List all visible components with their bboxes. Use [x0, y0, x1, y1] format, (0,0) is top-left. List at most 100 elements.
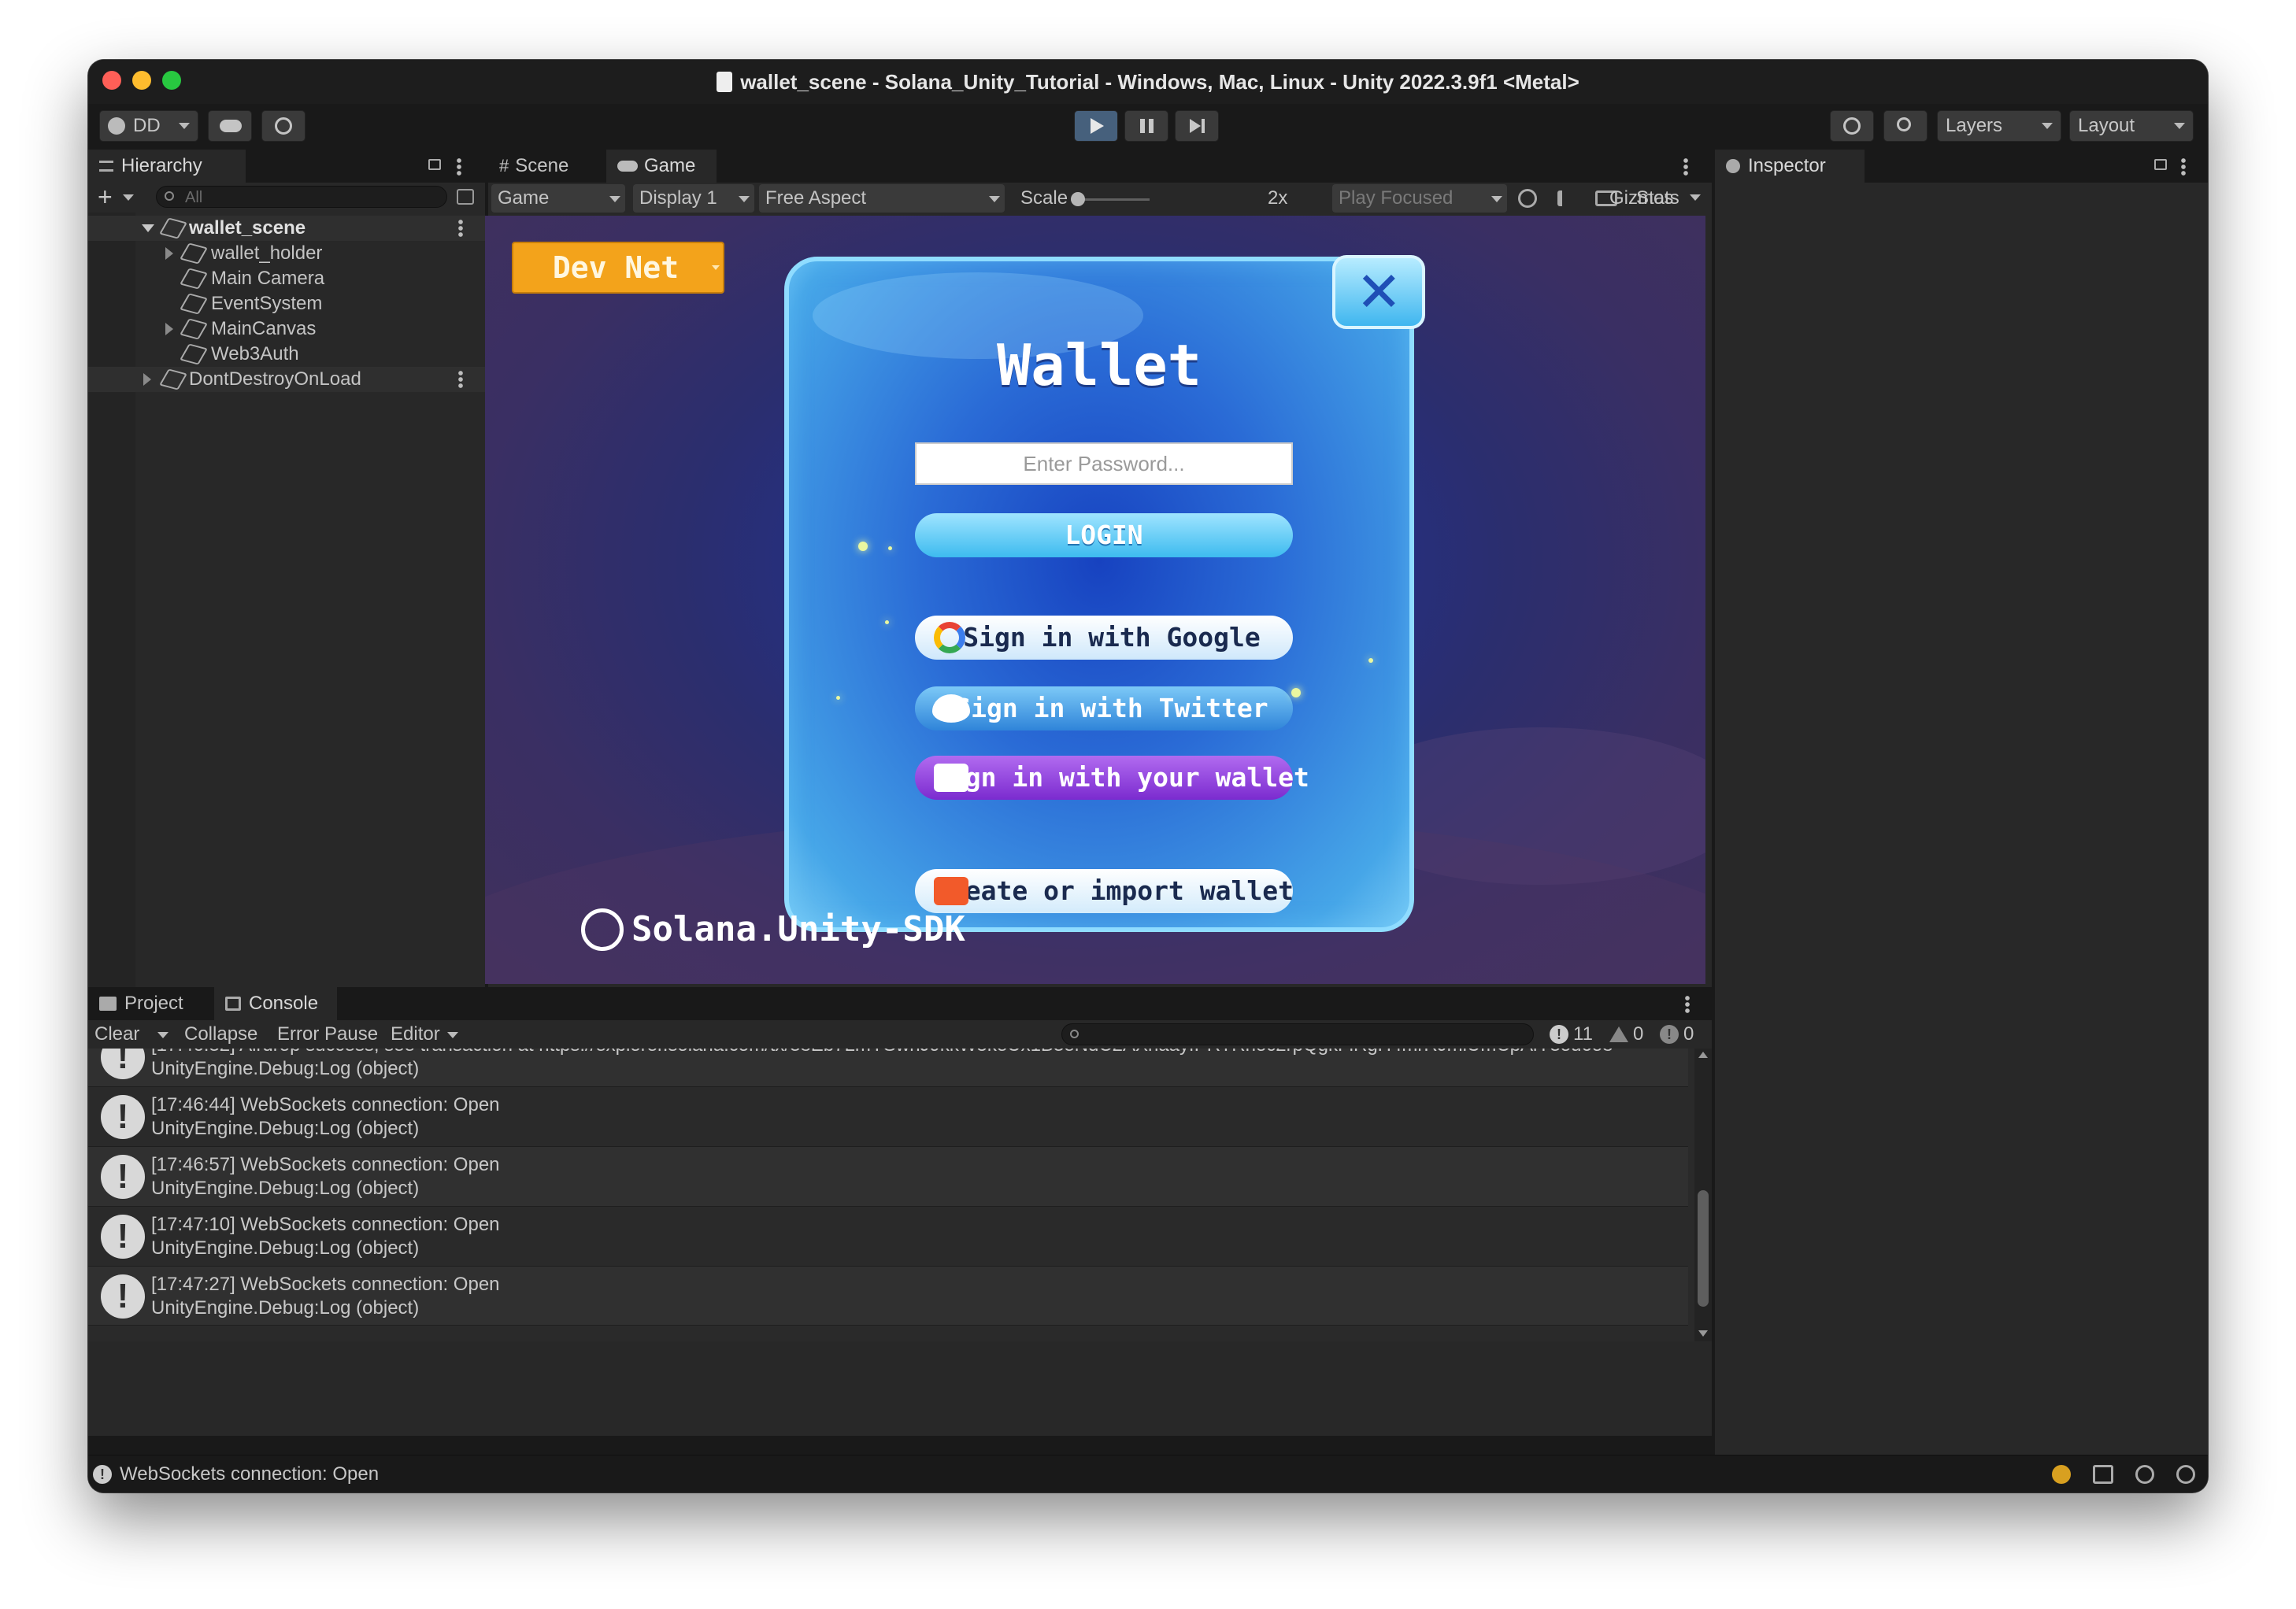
- twitter-signin-button[interactable]: Sign in with Twitter: [915, 686, 1293, 731]
- play-mode-dropdown[interactable]: Play Focused: [1332, 184, 1507, 213]
- game-view-mode-dropdown[interactable]: Game: [491, 184, 625, 213]
- audio-icon[interactable]: [1557, 190, 1573, 206]
- more-options-icon[interactable]: [457, 157, 461, 176]
- editor-dropdown[interactable]: Editor: [391, 1020, 463, 1049]
- twitter-icon: [932, 694, 970, 723]
- gameobject-icon: [180, 318, 208, 340]
- log-entry[interactable]: ! [17:46:32] Airdrop success, see transa…: [88, 1049, 1688, 1086]
- error-pause-button[interactable]: Error Pause: [277, 1020, 378, 1049]
- more-options-icon[interactable]: [458, 219, 463, 238]
- log-entry[interactable]: ! [17:46:57] WebSockets connection: Open…: [88, 1146, 1688, 1206]
- account-icon: [108, 117, 125, 135]
- close-window-button[interactable]: [102, 71, 121, 90]
- hierarchy-item-web3auth[interactable]: Web3Auth: [88, 342, 485, 367]
- game-tab-label: Game: [644, 155, 696, 176]
- hierarchy-item-event-system[interactable]: EventSystem: [88, 291, 485, 316]
- expand-arrow-icon[interactable]: [165, 247, 173, 260]
- google-signin-button[interactable]: Sign in with Google: [915, 616, 1293, 660]
- game-viewport[interactable]: Dev Net Wallet Enter Password... LOGIN S…: [485, 216, 1705, 984]
- scale-slider[interactable]: [1071, 192, 1150, 206]
- tab-game[interactable]: Game: [606, 150, 717, 183]
- zoom-window-button[interactable]: [162, 71, 181, 90]
- tab-hierarchy[interactable]: Hierarchy: [88, 150, 246, 183]
- account-dropdown[interactable]: DD: [99, 110, 198, 142]
- status-message[interactable]: WebSockets connection: Open: [120, 1455, 379, 1492]
- scroll-down-icon[interactable]: [1698, 1330, 1708, 1337]
- layers-dropdown[interactable]: Layers: [1937, 110, 2061, 142]
- log-entry[interactable]: ! [17:47:27] WebSockets connection: Open…: [88, 1266, 1688, 1326]
- expand-arrow-icon[interactable]: [165, 323, 173, 335]
- bug-icon[interactable]: [1518, 189, 1537, 208]
- chevron-down-icon: [989, 196, 1000, 202]
- scene-icon: [159, 217, 187, 239]
- log-message: [17:47:10] WebSockets connection: Open: [151, 1214, 500, 1235]
- gizmos-label: Gizmos: [1609, 187, 1674, 209]
- expand-arrow-icon[interactable]: [142, 224, 154, 232]
- network-icon[interactable]: [2135, 1465, 2154, 1484]
- play-button[interactable]: [1074, 110, 1118, 142]
- hierarchy-item-dont-destroy-on-load[interactable]: DontDestroyOnLoad: [88, 367, 485, 392]
- chevron-down-icon[interactable]: [1690, 194, 1701, 201]
- add-icon[interactable]: +: [98, 184, 113, 209]
- pause-icon-bar: [1149, 119, 1154, 133]
- gizmos-button[interactable]: Gizmos: [1609, 184, 1673, 213]
- login-button[interactable]: LOGIN: [915, 513, 1293, 557]
- layers-label: Layers: [1946, 115, 2003, 136]
- search-button[interactable]: [1883, 110, 1928, 142]
- lock-icon[interactable]: [428, 159, 441, 170]
- tab-project[interactable]: Project: [88, 987, 214, 1020]
- close-panel-button[interactable]: ✕: [1332, 255, 1425, 329]
- hierarchy-item-wallet-holder[interactable]: wallet_holder: [88, 241, 485, 266]
- minimize-window-button[interactable]: [132, 71, 151, 90]
- scale-slider-thumb[interactable]: [1071, 192, 1085, 206]
- collapse-button[interactable]: Collapse: [184, 1020, 257, 1049]
- more-options-icon[interactable]: [2181, 157, 2186, 176]
- cloud-button[interactable]: [208, 110, 252, 142]
- expand-arrow-icon[interactable]: [143, 373, 151, 386]
- tab-inspector[interactable]: Inspector: [1715, 150, 1865, 183]
- hierarchy-search-input[interactable]: All: [156, 186, 447, 208]
- tab-console[interactable]: Console: [214, 987, 337, 1020]
- more-options-icon[interactable]: [1685, 995, 1690, 1014]
- log-entry[interactable]: ! [17:46:44] WebSockets connection: Open…: [88, 1086, 1688, 1146]
- console-scrollbar[interactable]: [1694, 1049, 1712, 1341]
- more-options-icon[interactable]: [458, 370, 463, 389]
- clear-button[interactable]: Clear: [94, 1020, 139, 1049]
- play-icon: [1091, 118, 1104, 134]
- wallet-signin-button[interactable]: Sign in with your wallet: [915, 756, 1309, 800]
- password-input[interactable]: Enter Password...: [915, 442, 1293, 485]
- inspector-tabbar: Inspector: [1715, 150, 2208, 183]
- console-search-input[interactable]: [1061, 1023, 1534, 1045]
- hierarchy-item-wallet-scene[interactable]: wallet_scene: [88, 216, 485, 241]
- hierarchy-item-main-canvas[interactable]: MainCanvas: [88, 316, 485, 342]
- error-count: 0: [1683, 1023, 1694, 1045]
- bug-icon[interactable]: [2052, 1465, 2071, 1484]
- step-button[interactable]: [1175, 110, 1219, 142]
- chevron-down-icon[interactable]: [123, 194, 134, 201]
- scroll-up-icon[interactable]: [1698, 1052, 1708, 1058]
- scrollbar-thumb[interactable]: [1698, 1190, 1709, 1307]
- checkmark-icon[interactable]: [2176, 1465, 2195, 1484]
- tab-scene[interactable]: # Scene: [488, 150, 606, 183]
- error-count-toggle[interactable]: ! 0: [1660, 1020, 1704, 1049]
- dev-net-badge[interactable]: Dev Net: [512, 242, 724, 294]
- collab-button[interactable]: [261, 110, 306, 142]
- layout-dropdown[interactable]: Layout: [2069, 110, 2194, 142]
- hierarchy-item-main-camera[interactable]: Main Camera: [88, 266, 485, 291]
- lock-icon[interactable]: [2154, 159, 2167, 170]
- display-dropdown[interactable]: Display 1: [633, 184, 754, 213]
- sparkle: [1368, 658, 1373, 663]
- history-button[interactable]: [1830, 110, 1874, 142]
- cache-icon[interactable]: [2093, 1465, 2113, 1484]
- chevron-down-icon[interactable]: [157, 1032, 168, 1038]
- aspect-dropdown[interactable]: Free Aspect: [759, 184, 1005, 213]
- create-wallet-button[interactable]: Create or import wallet: [915, 869, 1294, 913]
- scene-visibility-icon[interactable]: [457, 189, 474, 205]
- more-options-icon[interactable]: [1683, 157, 1688, 176]
- layout-label: Layout: [2078, 115, 2135, 136]
- log-count-toggle[interactable]: ! 11: [1550, 1020, 1600, 1049]
- warning-count-toggle[interactable]: 0: [1609, 1020, 1653, 1049]
- log-entry[interactable]: ! [17:47:10] WebSockets connection: Open…: [88, 1206, 1688, 1266]
- pause-button[interactable]: [1124, 110, 1168, 142]
- folder-icon: [99, 997, 117, 1011]
